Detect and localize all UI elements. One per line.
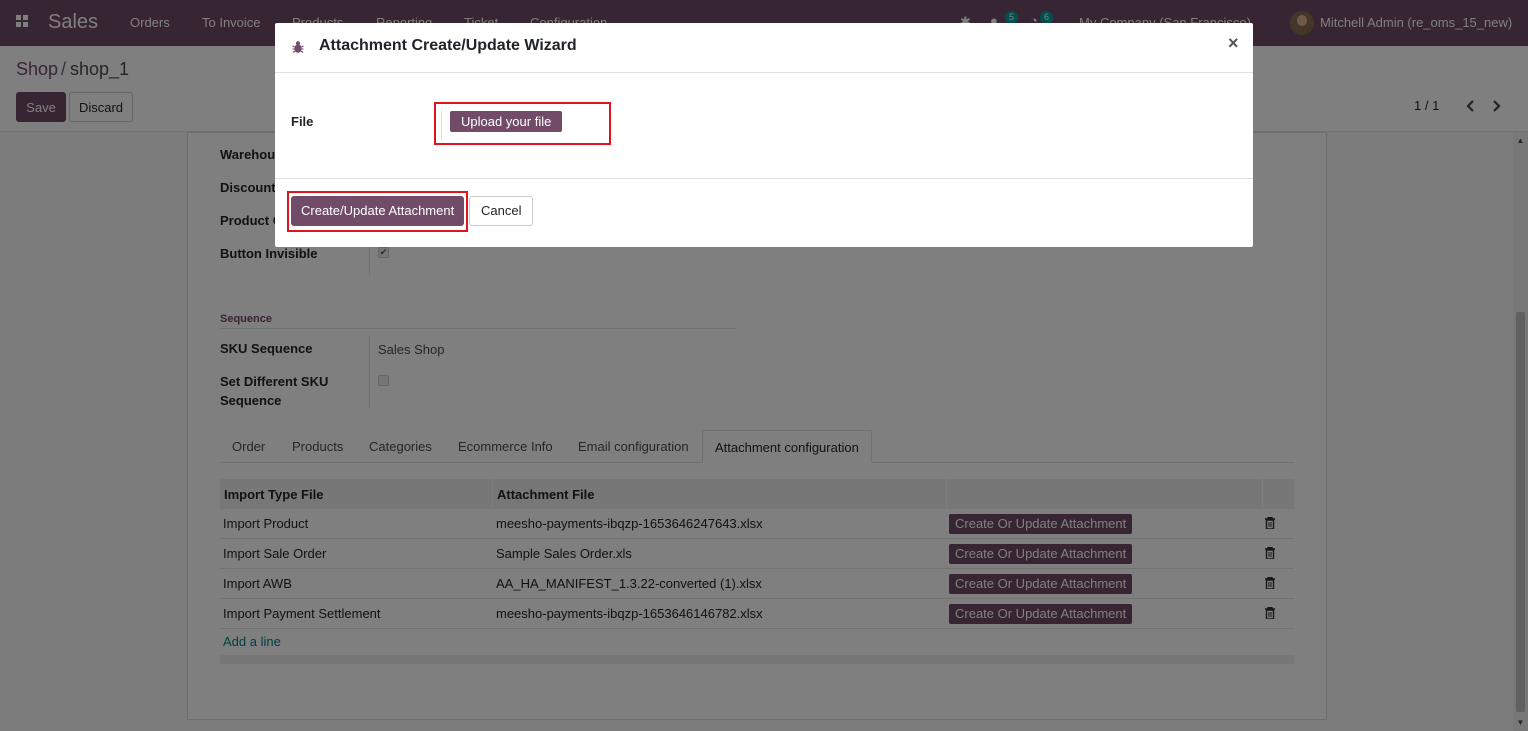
modal-footer: Create/Update Attachment Cancel — [275, 178, 1253, 247]
modal-title: Attachment Create/Update Wizard — [319, 37, 577, 54]
primary-button-highlight-box — [287, 191, 468, 232]
close-icon[interactable]: × — [1228, 33, 1239, 54]
upload-highlight-box — [434, 102, 611, 145]
file-label: File — [291, 114, 314, 129]
modal-body: File Upload your file — [275, 73, 1253, 179]
attachment-wizard-dialog: Attachment Create/Update Wizard × File U… — [275, 23, 1253, 247]
bug-icon — [292, 41, 304, 53]
cancel-button[interactable]: Cancel — [469, 196, 534, 226]
modal-header: Attachment Create/Update Wizard × — [275, 23, 1253, 73]
